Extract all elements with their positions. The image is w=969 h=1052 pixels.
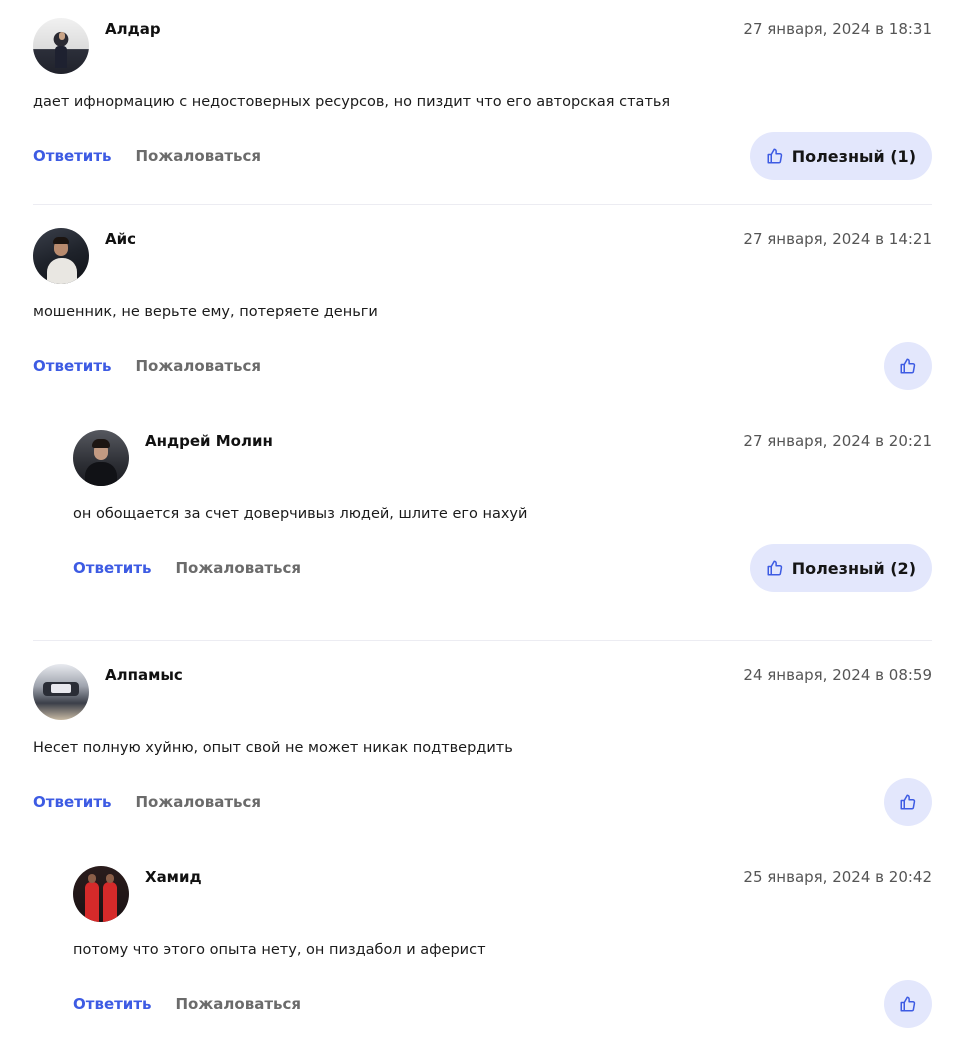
complain-button[interactable]: Пожаловаться (136, 147, 262, 165)
thumbs-up-icon (900, 794, 916, 810)
comment-header: Алдар 27 января, 2024 в 18:31 (33, 18, 932, 74)
comment-header: Алпамыс 24 января, 2024 в 08:59 (33, 664, 932, 720)
useful-label: Полезный (1) (791, 146, 916, 166)
reply-button[interactable]: Ответить (33, 793, 112, 811)
comment-text: потому что этого опыта нету, он пиздабол… (73, 942, 486, 958)
comment-actions: Ответить Пожаловаться (33, 778, 932, 826)
avatar[interactable] (33, 18, 89, 74)
reply-button[interactable]: Ответить (73, 995, 152, 1013)
avatar[interactable] (73, 866, 129, 922)
comment-actions: Ответить Пожаловаться Полезный (2) (73, 544, 932, 592)
comment-actions: Ответить Пожаловаться (33, 342, 932, 390)
comment-author: Андрей Молин (145, 432, 273, 450)
useful-button[interactable] (884, 778, 932, 826)
comment-date: 27 января, 2024 в 14:21 (743, 230, 932, 248)
thumbs-up-icon (900, 358, 916, 374)
comment-text: он обощается за счет доверчивыз людей, ш… (73, 506, 528, 522)
useful-label: Полезный (2) (791, 558, 916, 578)
comment-text: Несет полную хуйню, опыт свой не может н… (33, 740, 513, 756)
comment: Айс 27 января, 2024 в 14:21 мошенник, не… (33, 228, 932, 592)
comment-header: Хамид 25 января, 2024 в 20:42 (73, 866, 932, 922)
thumbs-up-icon (767, 560, 782, 576)
useful-button[interactable] (884, 980, 932, 1028)
comment-date: 27 января, 2024 в 20:21 (743, 432, 932, 450)
comment-author: Айс (105, 230, 137, 248)
complain-button[interactable]: Пожаловаться (136, 793, 262, 811)
avatar[interactable] (33, 228, 89, 284)
comment-reply: Хамид 25 января, 2024 в 20:42 потому что… (73, 866, 932, 1028)
comment-author: Алпамыс (105, 666, 183, 684)
complain-button[interactable]: Пожаловаться (176, 559, 302, 577)
comment-reply: Андрей Молин 27 января, 2024 в 20:21 он … (73, 430, 932, 592)
thumbs-up-icon (767, 148, 782, 164)
comment-actions: Ответить Пожаловаться (73, 980, 932, 1028)
comments-thread: Алдар 27 января, 2024 в 18:31 дает ифнор… (33, 18, 932, 1028)
comment-header: Андрей Молин 27 января, 2024 в 20:21 (73, 430, 932, 486)
comment-actions: Ответить Пожаловаться Полезный (1) (33, 132, 932, 180)
reply-button[interactable]: Ответить (73, 559, 152, 577)
divider (33, 640, 932, 641)
avatar[interactable] (73, 430, 129, 486)
comment: Алдар 27 января, 2024 в 18:31 дает ифнор… (33, 18, 932, 180)
useful-button[interactable]: Полезный (1) (749, 132, 932, 180)
reply-button[interactable]: Ответить (33, 147, 112, 165)
avatar[interactable] (33, 664, 89, 720)
thumbs-up-icon (900, 996, 916, 1012)
comment-author: Алдар (105, 20, 161, 38)
comment-text: дает ифнормацию с недостоверных ресурсов… (33, 94, 671, 110)
comment-text: мошенник, не верьте ему, потеряете деньг… (33, 304, 378, 320)
divider (33, 204, 932, 205)
comment: Алпамыс 24 января, 2024 в 08:59 Несет по… (33, 664, 932, 1028)
reply-button[interactable]: Ответить (33, 357, 112, 375)
comment-date: 24 января, 2024 в 08:59 (743, 666, 932, 684)
comment-date: 25 января, 2024 в 20:42 (743, 868, 932, 886)
useful-button[interactable]: Полезный (2) (749, 544, 932, 592)
complain-button[interactable]: Пожаловаться (176, 995, 302, 1013)
comment-header: Айс 27 января, 2024 в 14:21 (33, 228, 932, 284)
comment-date: 27 января, 2024 в 18:31 (743, 20, 932, 38)
complain-button[interactable]: Пожаловаться (136, 357, 262, 375)
comment-author: Хамид (145, 868, 202, 886)
useful-button[interactable] (884, 342, 932, 390)
